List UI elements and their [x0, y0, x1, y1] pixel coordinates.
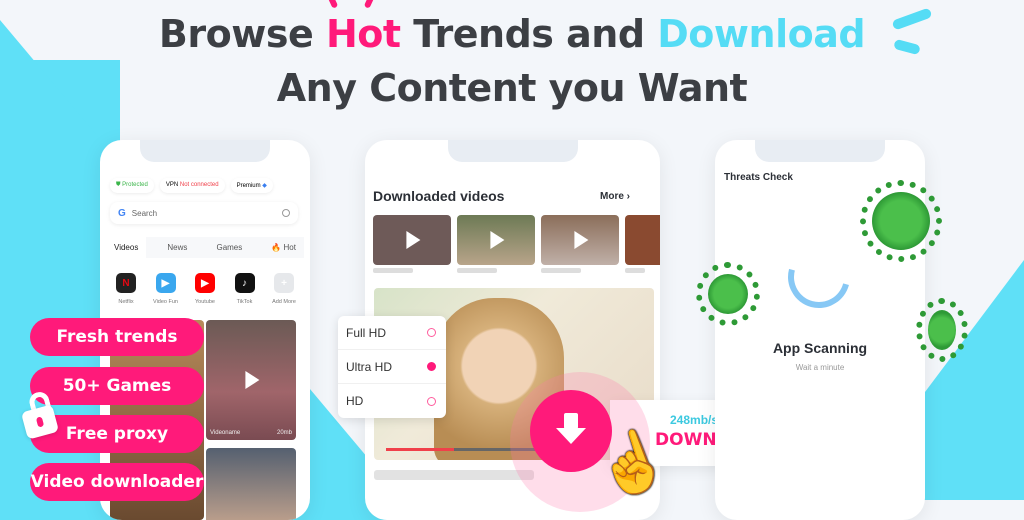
app-netflix[interactable]: N Netflix — [110, 273, 142, 305]
keyhole — [35, 416, 45, 428]
virus-icon — [696, 262, 760, 326]
search-icon[interactable] — [282, 209, 290, 217]
category-tabs: Videos News Games 🔥 Hot — [106, 237, 304, 258]
horn-icon — [363, 0, 375, 9]
phone-notch — [140, 140, 270, 162]
radio-icon[interactable] — [427, 328, 436, 337]
arrow-head — [556, 428, 586, 444]
video-caption — [457, 268, 497, 273]
google-icon: G — [118, 207, 126, 219]
quality-option-ultra-hd[interactable]: Ultra HD — [338, 350, 446, 384]
threats-check-title: Threats Check — [724, 172, 793, 183]
downloaded-video-thumbnail[interactable] — [625, 215, 660, 265]
downloaded-video-thumbnail[interactable] — [541, 215, 619, 265]
premium-chip[interactable]: Premium ◆ — [230, 178, 273, 193]
video-caption — [625, 268, 645, 273]
quality-menu: Full HD Ultra HD HD — [338, 316, 446, 418]
app-add-more[interactable]: + Add More — [268, 273, 300, 305]
headline-line-2: Any Content you Want — [276, 66, 748, 110]
downloaded-video-thumbnail[interactable] — [457, 215, 535, 265]
scan-subtitle: Wait a minute — [795, 363, 845, 372]
video-thumbnail[interactable] — [206, 448, 296, 520]
scan-status: App Scanning — [772, 340, 868, 356]
tab-games[interactable]: Games — [208, 237, 250, 258]
video-caption — [541, 268, 581, 273]
feature-pill-video-downloader: Video downloader — [30, 463, 204, 501]
downloaded-videos-title: Downloaded videos — [373, 188, 505, 204]
search-input[interactable]: G Search — [110, 202, 298, 224]
vpn-chip[interactable]: VPN Not connected — [159, 178, 225, 193]
diamond-icon: ◆ — [262, 183, 267, 189]
protected-chip[interactable]: ⛊ Protected — [110, 178, 154, 193]
video-title-placeholder — [374, 470, 534, 480]
radio-icon[interactable] — [427, 396, 436, 406]
app-shortcuts: N Netflix ▶ Video Fun ▶ Youtube ♪ TikTok + Ad… — [110, 273, 300, 305]
search-placeholder: Search — [131, 208, 158, 218]
tab-news[interactable]: News — [159, 237, 195, 258]
virus-icon — [860, 180, 942, 262]
youtube-icon: ▶ — [195, 273, 215, 293]
app-youtube[interactable]: ▶ Youtube — [189, 273, 221, 305]
tab-hot[interactable]: 🔥 Hot — [263, 237, 304, 258]
tab-videos[interactable]: Videos — [106, 237, 147, 258]
headline-line-1: Browse Hot Trends and Download — [0, 0, 1024, 56]
quality-option-full-hd[interactable]: Full HD — [338, 316, 446, 350]
hot-word: Hot — [325, 12, 401, 56]
video-thumbnail[interactable]: Videoname 20mb — [206, 320, 296, 440]
virus-icon — [916, 298, 968, 362]
phone-notch — [755, 140, 885, 162]
netflix-icon: N — [116, 273, 136, 293]
more-link[interactable]: More › — [600, 191, 630, 202]
headline-download: Download — [657, 12, 866, 56]
downloaded-video-thumbnail[interactable] — [373, 215, 451, 265]
app-video-fun[interactable]: ▶ Video Fun — [150, 273, 182, 305]
play-icon — [406, 231, 421, 249]
download-progress-fill — [386, 448, 454, 451]
status-chips: ⛊ Protected VPN Not connected Premium ◆ — [110, 178, 304, 193]
plus-icon: + — [274, 273, 294, 293]
arrow-stem — [564, 413, 578, 429]
feature-pill-fresh-trends: Fresh trends — [30, 318, 204, 356]
headline-hot: Hot — [325, 0, 401, 56]
play-icon — [574, 231, 589, 249]
radio-selected-icon[interactable] — [427, 362, 436, 371]
horn-icon — [327, 0, 339, 9]
app-tiktok[interactable]: ♪ TikTok — [229, 273, 261, 305]
tiktok-icon: ♪ — [234, 273, 255, 293]
fire-icon: 🔥 — [271, 243, 282, 252]
headline-middle: Trends and — [400, 12, 658, 56]
quality-option-hd[interactable]: HD — [338, 384, 446, 418]
headline-prefix: Browse — [158, 12, 326, 56]
play-icon — [490, 231, 505, 249]
phone-notch — [447, 140, 578, 162]
video-caption — [373, 268, 413, 273]
feature-pill-games: 50+ Games — [30, 367, 204, 405]
play-icon — [245, 371, 260, 389]
video-fun-icon: ▶ — [155, 273, 176, 293]
